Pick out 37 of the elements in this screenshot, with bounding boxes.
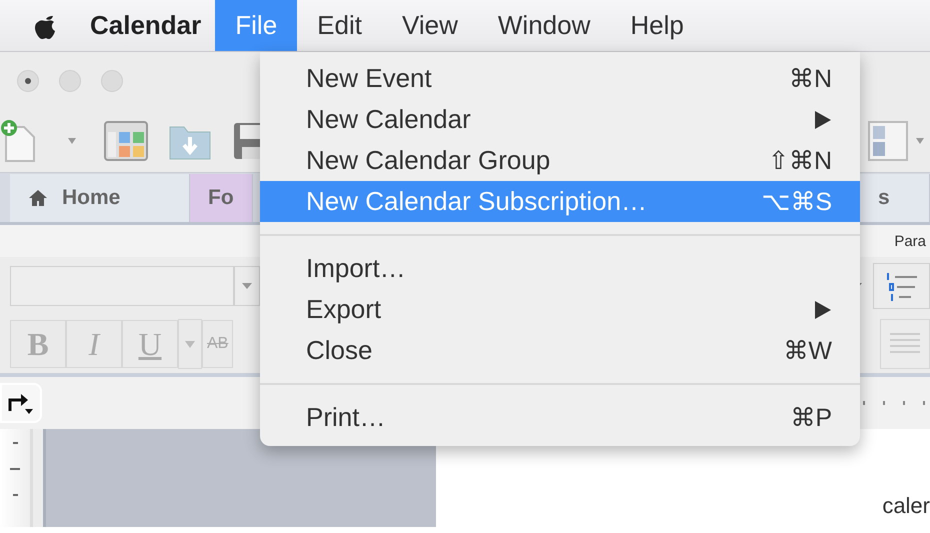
menu-item[interactable]: New Calendar — [260, 99, 860, 140]
font-name-field[interactable] — [10, 266, 234, 306]
menu-bar-item[interactable]: View — [382, 0, 478, 51]
menu-item[interactable]: Print… ⌘P — [260, 397, 860, 438]
layout-panes-icon[interactable] — [868, 121, 908, 161]
group-label: Para — [894, 232, 926, 250]
shortcut-label: ⇧⌘N — [768, 146, 832, 176]
shortcut-label: ⌘P — [790, 402, 832, 432]
justify-button[interactable] — [880, 319, 930, 369]
menu-item[interactable]: Export — [260, 289, 860, 330]
shortcut-label: ⌥⌘S — [761, 186, 832, 216]
turn-arrow-icon — [8, 391, 34, 415]
shortcut-label: ⌘W — [783, 336, 832, 366]
ribbon-tab[interactable]: s — [860, 174, 930, 222]
ribbon-tab[interactable]: Home — [10, 174, 190, 222]
menu-bar-item[interactable]: Edit — [297, 0, 382, 51]
align-justify-icon — [890, 332, 920, 356]
redirect-button[interactable] — [0, 383, 42, 423]
menu-item[interactable]: Close ⌘W — [260, 330, 860, 371]
calendar-grid-icon[interactable] — [104, 121, 148, 161]
window-control-button[interactable] — [17, 70, 39, 92]
document-text: caler — [882, 493, 930, 519]
menu-bar-item[interactable]: Window — [478, 0, 610, 51]
dropdown-button[interactable] — [178, 319, 202, 369]
dropdown-button[interactable] — [234, 266, 260, 306]
caret-icon — [241, 282, 253, 290]
numbered-list-button[interactable] — [873, 263, 930, 309]
caret-icon — [185, 340, 195, 348]
menu-item[interactable]: New Event ⌘N — [260, 58, 860, 99]
menu-item[interactable]: New Calendar Group ⇧⌘N — [260, 140, 860, 181]
numbered-list-icon — [884, 271, 918, 301]
ribbon-tab[interactable]: Fo — [190, 174, 253, 222]
menu-item[interactable]: Import… — [260, 248, 860, 289]
app-name-menu[interactable]: Calendar — [90, 10, 202, 41]
home-icon — [28, 188, 48, 206]
shortcut-label: ⌘N — [788, 64, 832, 94]
menu-bar-item[interactable]: Help — [610, 0, 704, 51]
